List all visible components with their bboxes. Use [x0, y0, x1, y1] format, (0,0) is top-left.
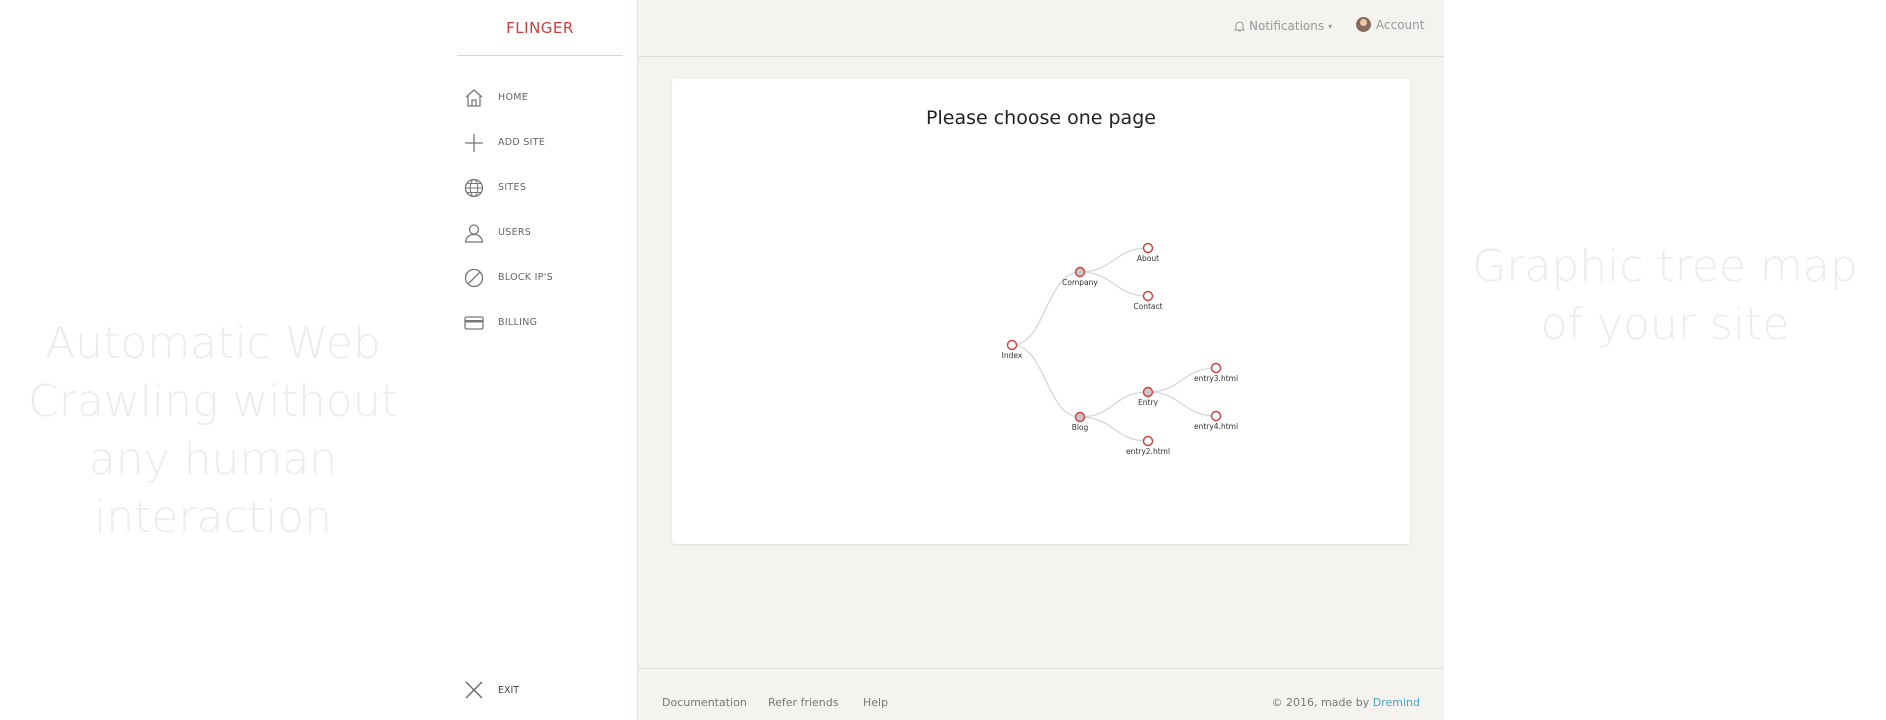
tree-node-circle[interactable]: [1006, 339, 1018, 351]
footer-link-documentation[interactable]: Documentation: [662, 696, 747, 709]
tree-node-label: About: [1137, 254, 1159, 263]
tree-node-label: entry2.html: [1126, 447, 1170, 456]
tree-node-circle[interactable]: [1210, 362, 1222, 374]
brand-logo[interactable]: FLINGER: [457, 0, 623, 56]
main-area: Notifications ▾ Account Please choose on…: [638, 0, 1444, 720]
account-label: Account: [1376, 17, 1425, 32]
sidebar-item-sites[interactable]: SITES: [457, 165, 627, 210]
footer: Documentation Refer friends Help © 2016,…: [638, 668, 1444, 720]
sidebar-item-billing[interactable]: BILLING: [457, 300, 627, 345]
exit-label: EXIT: [498, 684, 520, 696]
sidebar: FLINGER HOME ADD SITE SITES USERS BLOCK …: [457, 0, 638, 720]
tree-card: Please choose one page Index Company About…: [672, 79, 1410, 544]
avatar: [1356, 17, 1371, 32]
sidebar-item-label: HOME: [498, 92, 529, 103]
close-icon: [463, 679, 485, 701]
globe-icon: [463, 177, 485, 199]
promo-right-text: Graphic tree map of your site: [1472, 241, 1858, 350]
promo-left-text: Automatic Web Crawling without any human…: [28, 318, 398, 543]
sidebar-item-label: ADD SITE: [498, 137, 546, 148]
tree-node-label: entry4.html: [1194, 422, 1238, 431]
chevron-down-icon: ▾: [1328, 21, 1333, 31]
sidebar-item-block-ips[interactable]: BLOCK IP'S: [457, 255, 627, 300]
sidebar-item-home[interactable]: HOME: [457, 75, 627, 120]
tree-link: [1147, 391, 1217, 417]
account-menu[interactable]: Account: [1356, 17, 1424, 32]
tree-node-label: Blog: [1072, 423, 1089, 432]
tree-node[interactable]: entry3.html: [1194, 362, 1238, 384]
top-bar: Notifications ▾ Account: [638, 0, 1444, 57]
tree-link: [1079, 416, 1149, 442]
sidebar-item-label: BILLING: [498, 317, 538, 328]
site-tree-map: Index Company About Contact Blog Entry entry3.…: [1002, 242, 1238, 456]
tree-node-label: entry3.html: [1194, 374, 1238, 383]
tree-node-circle[interactable]: [1074, 411, 1086, 423]
plus-icon: [463, 132, 485, 154]
copyright: © 2016, made by Dremind: [1272, 696, 1420, 709]
tree-node-circle[interactable]: [1142, 435, 1154, 447]
notifications-label: Notifications: [1249, 19, 1325, 33]
tree-node-label: Entry: [1138, 398, 1159, 407]
sidebar-item-users[interactable]: USERS: [457, 210, 627, 255]
sidebar-item-label: BLOCK IP'S: [498, 272, 554, 283]
tree-node-circle[interactable]: [1142, 386, 1154, 398]
footer-link-refer-friends[interactable]: Refer friends: [768, 696, 838, 709]
tree-node-circle[interactable]: [1074, 266, 1086, 278]
block-icon: [463, 267, 485, 289]
copyright-text: © 2016, made by: [1271, 696, 1370, 709]
tree-node-label: Contact: [1133, 302, 1162, 311]
bell-icon: [1234, 21, 1245, 32]
home-icon: [463, 87, 485, 109]
notifications-menu[interactable]: Notifications ▾: [1234, 19, 1332, 33]
exit-button[interactable]: EXIT: [463, 679, 519, 701]
credit-card-icon: [463, 312, 485, 334]
sidebar-nav: HOME ADD SITE SITES USERS BLOCK IP'S BIL…: [457, 75, 627, 345]
sidebar-item-label: SITES: [498, 182, 527, 193]
sidebar-item-add-site[interactable]: ADD SITE: [457, 120, 627, 165]
tree-node-circle[interactable]: [1142, 290, 1154, 302]
tree-node-label: Company: [1062, 278, 1098, 287]
footer-link-help[interactable]: Help: [863, 696, 888, 709]
tree-node[interactable]: Entry: [1138, 386, 1159, 408]
tree-node[interactable]: About: [1137, 242, 1159, 264]
tree-node[interactable]: Contact: [1133, 290, 1163, 312]
maker-link[interactable]: Dremind: [1373, 696, 1420, 709]
tree-node-circle[interactable]: [1210, 410, 1222, 422]
tree-node-label: Index: [1002, 351, 1023, 360]
tree-node-circle[interactable]: [1142, 242, 1154, 254]
tree-node[interactable]: Blog: [1072, 411, 1089, 433]
sidebar-item-label: USERS: [498, 227, 532, 238]
user-icon: [463, 222, 485, 244]
